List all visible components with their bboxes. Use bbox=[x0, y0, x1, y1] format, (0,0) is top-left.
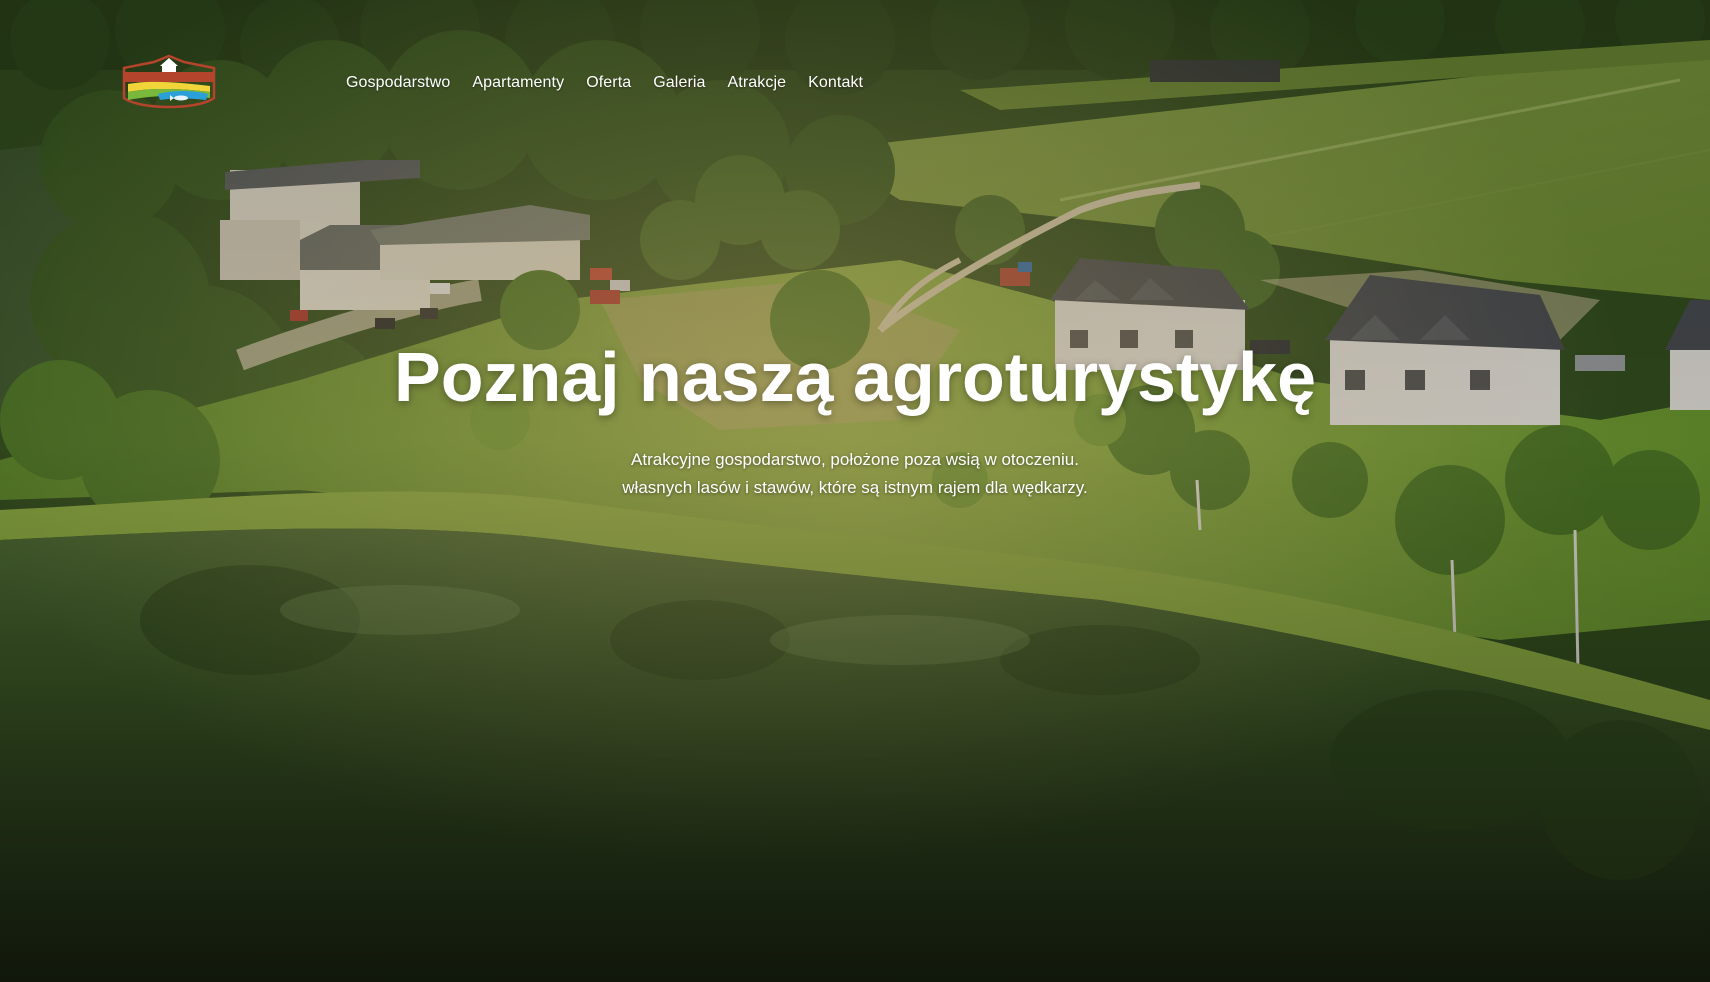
nav-item-oferta[interactable]: Oferta bbox=[575, 70, 642, 96]
hero-title: Poznaj naszą agroturystykę bbox=[394, 338, 1316, 416]
site-header: Gospodarstwo Apartamenty Oferta Galeria … bbox=[0, 0, 1710, 160]
farm-logo-icon bbox=[122, 54, 216, 109]
nav-item-galeria[interactable]: Galeria bbox=[642, 70, 716, 96]
nav-item-kontakt[interactable]: Kontakt bbox=[797, 70, 874, 96]
hero-subtitle-line-1: Atrakcyjne gospodarstwo, położone poza w… bbox=[631, 450, 1079, 469]
nav-item-atrakcje[interactable]: Atrakcje bbox=[717, 70, 798, 96]
hero-subtitle-line-2: własnych lasów i stawów, które są istnym… bbox=[622, 478, 1088, 497]
nav-item-gospodarstwo[interactable]: Gospodarstwo bbox=[335, 70, 461, 96]
nav-item-apartamenty[interactable]: Apartamenty bbox=[461, 70, 575, 96]
main-navigation: Gospodarstwo Apartamenty Oferta Galeria … bbox=[335, 70, 874, 96]
hero-subtitle: Atrakcyjne gospodarstwo, położone poza w… bbox=[0, 446, 1710, 502]
site-logo[interactable] bbox=[118, 54, 220, 118]
hero-section: Gospodarstwo Apartamenty Oferta Galeria … bbox=[0, 0, 1710, 982]
